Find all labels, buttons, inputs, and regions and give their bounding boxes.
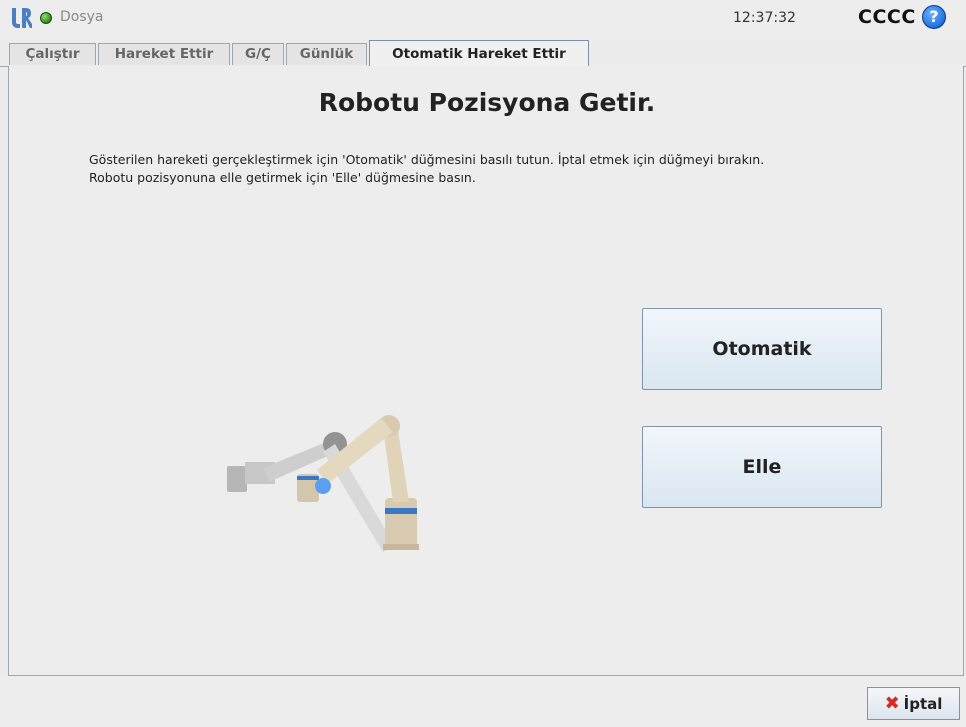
robot-name: CCCC	[858, 6, 916, 28]
help-button[interactable]: ?	[922, 5, 946, 29]
file-menu[interactable]: Dosya	[60, 9, 104, 25]
manual-button-label: Elle	[742, 456, 782, 478]
robot-arm-illustration	[227, 415, 419, 552]
top-bar: Dosya 12:37:32 CCCC ?	[0, 0, 966, 36]
auto-button[interactable]: Otomatik	[642, 308, 882, 390]
red-x-icon: ✖	[884, 693, 900, 714]
manual-button[interactable]: Elle	[642, 426, 882, 508]
tab-log[interactable]: Günlük	[286, 43, 367, 65]
clock: 12:37:32	[733, 10, 796, 26]
tab-label: Günlük	[299, 46, 354, 62]
question-mark-icon: ?	[929, 7, 939, 26]
tab-run[interactable]: Çalıştır	[9, 43, 96, 65]
tab-label: Otomatik Hareket Ettir	[392, 46, 566, 62]
auto-button-label: Otomatik	[712, 338, 812, 360]
bottom-bar: ✖ İptal	[0, 677, 966, 727]
instruction-text-2: Robotu pozisyonuna elle getirmek için 'E…	[89, 170, 476, 185]
tab-move[interactable]: Hareket Ettir	[98, 43, 230, 65]
tab-bar: Çalıştır Hareket Ettir G/Ç Günlük Otomat…	[0, 40, 966, 67]
cancel-button[interactable]: ✖ İptal	[867, 687, 960, 720]
instruction-text-1: Gösterilen hareketi gerçekleştirmek için…	[89, 152, 765, 167]
tab-label: Hareket Ettir	[114, 46, 214, 62]
ur-logo-icon	[12, 8, 32, 28]
tab-io[interactable]: G/Ç	[232, 43, 284, 65]
cancel-button-label: İptal	[903, 694, 943, 713]
page-title: Robotu Pozisyona Getir.	[318, 88, 656, 117]
tab-auto-move[interactable]: Otomatik Hareket Ettir	[369, 40, 589, 67]
tab-label: G/Ç	[245, 46, 271, 62]
robot-status-indicator	[40, 12, 52, 24]
tab-label: Çalıştır	[25, 46, 80, 62]
main-panel: Robotu Pozisyona Getir. Gösterilen harek…	[8, 66, 964, 676]
